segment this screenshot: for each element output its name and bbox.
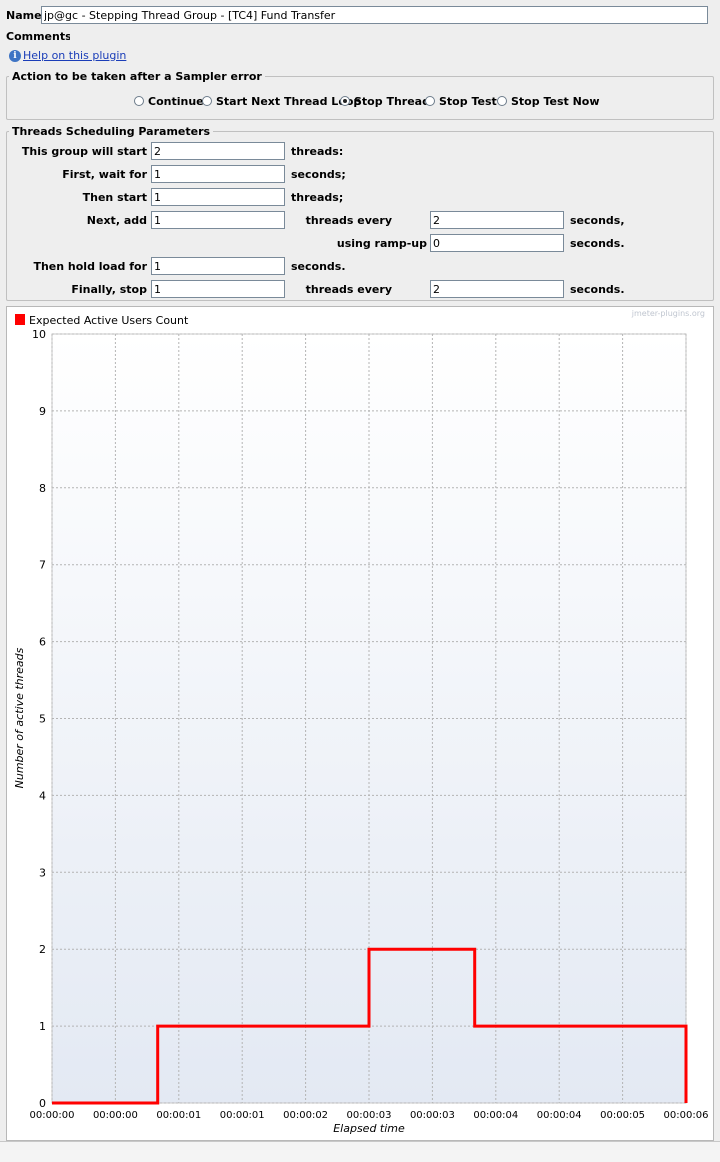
wait-unit: seconds; [291, 168, 346, 181]
radio-label: Stop Test Now [511, 94, 600, 108]
radio-dot [134, 96, 144, 106]
stop-every-unit: seconds. [570, 283, 625, 296]
active-threads-chart: 012345678910 00:00:00 00:00:00 00:00:01 00:… [13, 309, 709, 1135]
radio-label: Continue [148, 94, 204, 108]
x-tick-label: 00:00:06 [664, 1110, 709, 1121]
x-tick-label: 00:00:04 [473, 1110, 518, 1121]
y-tick-label: 8 [39, 482, 46, 495]
chart-panel: 0 1 2 3 4 5 6 7 8 9 10 00:00:00 00:00:00 00:00:01 00:… [6, 306, 714, 1141]
next-every-field[interactable] [430, 211, 564, 229]
then-threads-field[interactable] [151, 188, 285, 206]
hold-seconds-field[interactable] [151, 257, 285, 275]
then-unit: threads; [291, 191, 344, 204]
x-tick-labels: 00:00:00 00:00:00 00:00:01 00:00:01 00:00:02… [30, 1110, 709, 1121]
radio-dot-selected [340, 96, 350, 106]
then-label: Then start [82, 191, 147, 204]
y-tick-label: 9 [39, 405, 46, 418]
next-every-unit: seconds, [570, 214, 625, 227]
y-tick-label: 10 [32, 328, 46, 341]
hold-unit: seconds. [291, 260, 346, 273]
info-icon: i [9, 50, 21, 62]
y-tick-label: 5 [39, 713, 46, 726]
radio-dot [497, 96, 507, 106]
y-tick-label: 7 [39, 559, 46, 572]
wait-seconds-field[interactable] [151, 165, 285, 183]
y-tick-label: 0 [39, 1097, 46, 1110]
x-tick-label: 00:00:01 [220, 1110, 265, 1121]
radio-dot [425, 96, 435, 106]
radio-label: Stop Test [439, 94, 497, 108]
stop-every-field[interactable] [430, 280, 564, 298]
ramp-label: using ramp-up [336, 237, 427, 250]
x-tick-label: 00:00:03 [410, 1110, 455, 1121]
x-tick-label: 00:00:04 [537, 1110, 582, 1121]
sampler-error-title: Action to be taken after a Sampler error [9, 70, 265, 83]
radio-stop-test[interactable]: Stop Test [425, 94, 497, 108]
x-tick-label: 00:00:05 [600, 1110, 645, 1121]
x-tick-label: 00:00:02 [283, 1110, 328, 1121]
ramp-up-field[interactable] [430, 234, 564, 252]
next-label: Next, add [86, 214, 147, 227]
y-tick-label: 6 [39, 636, 46, 649]
next-every-label: threads every [305, 214, 392, 227]
y-tick-label: 1 [39, 1020, 46, 1033]
y-tick-label: 2 [39, 943, 46, 956]
x-tick-label: 00:00:03 [347, 1110, 392, 1121]
x-tick-label: 00:00:00 [30, 1110, 75, 1121]
comments-field[interactable] [70, 27, 708, 43]
y-tick-label: 4 [39, 789, 46, 802]
start-unit: threads: [291, 145, 344, 158]
y-tick-label: 3 [39, 866, 46, 879]
radio-stop-test-now[interactable]: Stop Test Now [497, 94, 600, 108]
legend-swatch [15, 314, 25, 325]
name-label: Name: [6, 9, 46, 22]
radio-label: Stop Thread [354, 94, 430, 108]
x-tick-label: 00:00:00 [93, 1110, 138, 1121]
help-link[interactable]: Help on this plugin [23, 49, 126, 62]
legend-label: Expected Active Users Count [29, 314, 189, 327]
next-threads-field[interactable] [151, 211, 285, 229]
y-tick-labels: 0 1 2 3 4 5 6 7 8 9 10 [32, 328, 46, 1110]
start-label: This group will start [21, 145, 147, 158]
scheduling-title: Threads Scheduling Parameters [9, 125, 214, 138]
hold-label: Then hold load for [33, 260, 147, 273]
radio-continue[interactable]: Continue [134, 94, 204, 108]
x-axis-label: Elapsed time [333, 1122, 405, 1135]
start-threads-field[interactable] [151, 142, 285, 160]
x-tick-label: 00:00:01 [156, 1110, 201, 1121]
watermark: jmeter-plugins.org [631, 309, 705, 318]
radio-dot [202, 96, 212, 106]
y-axis-label: Number of active threads [13, 647, 26, 788]
radio-start-next-thread-loop[interactable]: Start Next Thread Loop [202, 94, 361, 108]
ramp-unit: seconds. [570, 237, 625, 250]
stop-every-label: threads every [305, 283, 392, 296]
stop-label: Finally, stop [71, 283, 147, 296]
stop-threads-field[interactable] [151, 280, 285, 298]
name-field[interactable] [41, 6, 708, 24]
bottom-status-strip [0, 1141, 720, 1162]
radio-stop-thread[interactable]: Stop Thread [340, 94, 430, 108]
comments-label: Comments: [6, 30, 77, 43]
wait-label: First, wait for [62, 168, 147, 181]
